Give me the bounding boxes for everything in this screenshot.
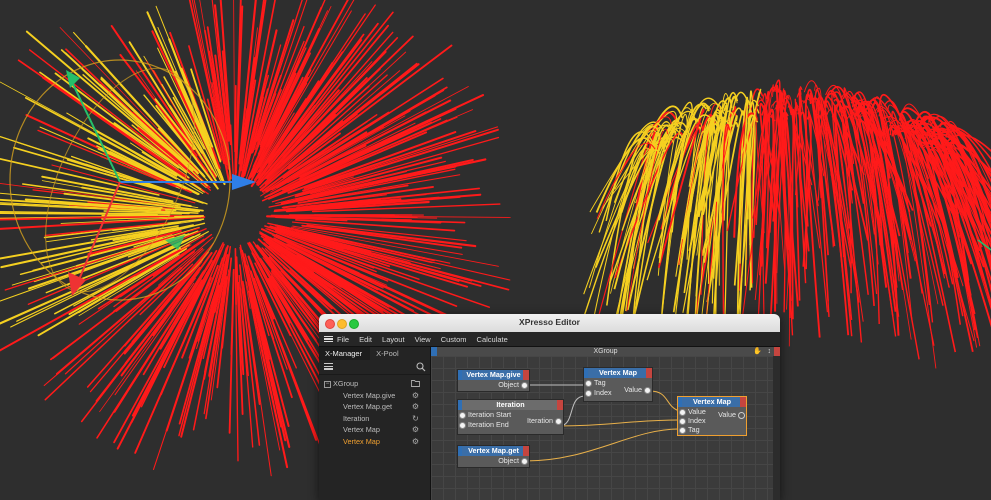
tree-item-label: Vertex Map (343, 436, 380, 446)
xpresso-editor-window[interactable]: XPresso Editor File Edit Layout View Cus… (319, 314, 780, 500)
gears-icon: ⚙ (411, 425, 420, 435)
node-editor[interactable]: XGroup ✋ ↕ Vertex Map.give Object Vertex… (431, 347, 780, 500)
port-index-in[interactable] (679, 418, 686, 425)
tab-x-pool[interactable]: X-Pool (370, 347, 407, 360)
xgroup-label: XGroup (593, 348, 618, 355)
z-axis-arrow-icon (68, 272, 86, 296)
tree-item-label: Iteration (343, 413, 370, 423)
list-menu-icon[interactable] (324, 363, 333, 370)
port-iteration-end-in[interactable] (459, 422, 466, 429)
collapse-icon[interactable]: − (324, 381, 331, 388)
port-value-out[interactable] (738, 412, 745, 419)
port-tag-in[interactable] (679, 427, 686, 434)
search-icon[interactable] (416, 362, 426, 372)
port-object-label: Object (498, 456, 519, 465)
port-object-label: Object (498, 380, 519, 389)
node-title: Iteration (458, 400, 563, 410)
title-bar[interactable]: XPresso Editor (319, 314, 780, 332)
hand-icon[interactable]: ✋ (753, 347, 762, 356)
port-iteration-start-in[interactable] (459, 412, 466, 419)
panel-toolbar (319, 360, 430, 375)
port-iteration-start-label: Iteration Start (468, 410, 512, 419)
node-title: Vertex Map.get (458, 446, 529, 456)
arrows-icon[interactable]: ↕ (768, 347, 772, 356)
port-value-in[interactable] (679, 409, 686, 416)
port-value-label: Value (624, 385, 642, 394)
port-index-label: Index (594, 388, 612, 397)
menu-calculate[interactable]: Calculate (477, 335, 508, 344)
port-value-out-label: Value (718, 410, 736, 419)
port-value-out[interactable] (644, 387, 651, 394)
hamburger-menu-icon[interactable] (319, 335, 337, 343)
tree-item-label: XGroup (333, 379, 359, 388)
panel-tabs: X-Manager X-Pool (319, 347, 430, 360)
menu-view[interactable]: View (415, 335, 431, 344)
port-object-out[interactable] (521, 382, 528, 389)
node-vertex-map-give[interactable]: Vertex Map.give Object (457, 369, 530, 392)
vertical-scrollbar[interactable] (773, 356, 780, 500)
gears-icon: ⚙ (411, 390, 420, 400)
tree-item-vertex-map-give[interactable]: Vertex Map.give ⚙ (319, 390, 430, 402)
tree-item-label: Vertex Map (343, 425, 380, 435)
tree-item-vertex-map[interactable]: Vertex Map ⚙ (319, 424, 430, 436)
port-index-label: Index (688, 416, 706, 425)
gears-icon: ⚙ (411, 402, 420, 412)
port-iteration-end-label: Iteration End (468, 420, 509, 429)
node-vertex-map-get[interactable]: Vertex Map.get Object (457, 445, 530, 468)
tree-item-label: Vertex Map.give (343, 390, 396, 400)
loop-icon: ↻ (412, 413, 419, 423)
tree-item-vertex-map-get[interactable]: Vertex Map.get ⚙ (319, 401, 430, 413)
node-vertex-map[interactable]: Vertex Map Tag Index Value (583, 367, 653, 402)
node-iteration[interactable]: Iteration Iteration Start Iteration End … (457, 399, 564, 435)
node-title: Vertex Map (584, 368, 652, 378)
tree-item-xgroup[interactable]: − XGroup (319, 378, 430, 390)
window-title: XPresso Editor (519, 317, 580, 327)
port-value-label: Value (688, 407, 706, 416)
node-vertex-map-main[interactable]: Vertex Map Value Index Tag Value (677, 396, 747, 436)
port-tag-label: Tag (688, 425, 700, 434)
x-manager-panel: X-Manager X-Pool − XGroup Vertex Map.giv… (319, 347, 431, 500)
node-tree: − XGroup Vertex Map.give ⚙ Vertex Map.ge… (319, 375, 430, 448)
port-index-in[interactable] (585, 390, 592, 397)
menu-edit[interactable]: Edit (359, 335, 372, 344)
menu-file[interactable]: File (337, 335, 349, 344)
port-iteration-out[interactable] (555, 418, 562, 425)
gears-icon: ⚙ (411, 436, 420, 446)
node-title: Vertex Map.give (458, 370, 529, 380)
x-axis-arrow-icon (232, 174, 256, 190)
menu-custom[interactable]: Custom (441, 335, 467, 344)
menu-bar: File Edit Layout View Custom Calculate (319, 332, 780, 347)
node-title: Vertex Map (678, 397, 746, 407)
port-iteration-label: Iteration (527, 416, 553, 425)
node-canvas[interactable]: Vertex Map.give Object Vertex Map Tag In… (431, 356, 780, 500)
port-tag-in[interactable] (585, 380, 592, 387)
folder-icon (411, 379, 420, 388)
tree-item-iteration[interactable]: Iteration ↻ (319, 413, 430, 425)
port-object-out[interactable] (521, 458, 528, 465)
menu-layout[interactable]: Layout (382, 335, 405, 344)
tab-x-manager[interactable]: X-Manager (319, 347, 371, 360)
xgroup-header[interactable]: XGroup ✋ ↕ (431, 347, 780, 356)
tree-item-vertex-map-selected[interactable]: Vertex Map ⚙ (319, 436, 430, 448)
port-tag-label: Tag (594, 378, 606, 387)
tree-item-label: Vertex Map.get (343, 402, 393, 412)
